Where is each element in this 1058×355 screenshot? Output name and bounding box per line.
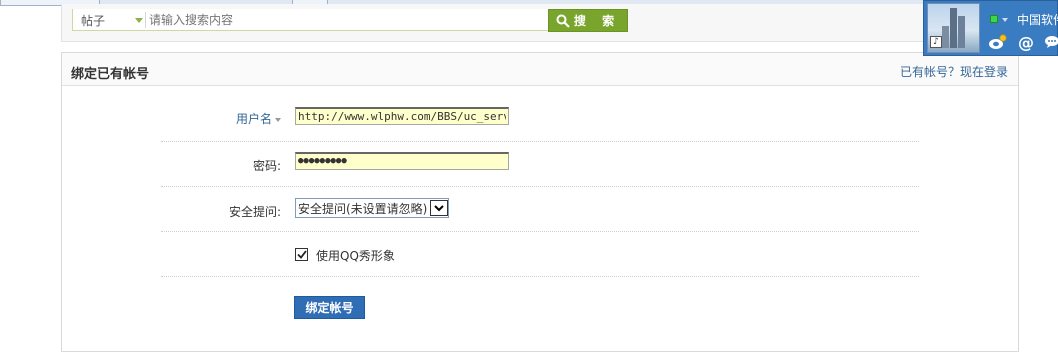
bind-account-panel: 绑定已有帐号 已有帐号？现在登录 用户名 密码: ●●●●●●●●● 安全提问:… — [61, 52, 1019, 352]
security-question-value: 安全提问(未设置请忽略) — [298, 201, 428, 216]
chevron-down-icon[interactable] — [1002, 18, 1008, 22]
security-question-row: 安全提问: 安全提问(未设置请忽略) — [161, 187, 919, 232]
chevron-down-icon[interactable] — [430, 200, 449, 216]
chat-icon[interactable] — [1042, 33, 1058, 51]
music-icon[interactable]: ♪ — [930, 36, 942, 48]
search-box: 帖子 — [72, 9, 550, 31]
chevron-down-icon[interactable] — [135, 18, 143, 23]
panel-title: 绑定已有帐号 — [71, 67, 150, 82]
weibo-icon[interactable] — [988, 33, 1008, 51]
password-row: 密码: ●●●●●●●●● — [161, 142, 919, 187]
username-label: 用户名 — [235, 112, 272, 126]
search-type-select[interactable]: 帖子 — [81, 12, 105, 29]
divider — [145, 12, 146, 28]
online-status-icon — [990, 15, 998, 23]
password-label: 密码: — [252, 159, 281, 173]
security-question-label: 安全提问: — [228, 205, 281, 219]
username-label-wrap[interactable]: 用户名 — [161, 110, 281, 127]
panel-header: 绑定已有帐号 已有帐号？现在登录 — [62, 53, 1018, 86]
qq-show-checkbox[interactable] — [295, 248, 308, 261]
password-field[interactable]: ●●●●●●●●● — [295, 152, 509, 170]
widget-label: 中国软件 — [1017, 13, 1058, 27]
qq-show-label[interactable]: 使用QQ秀形象 — [316, 247, 395, 264]
search-bar: 帖子 搜 索 — [61, 4, 1019, 42]
login-now-link[interactable]: 已有帐号？现在登录 — [900, 63, 1008, 80]
bind-account-button[interactable]: 绑定帐号 — [294, 296, 365, 319]
search-button-label: 搜 索 — [573, 14, 621, 28]
search-icon — [556, 14, 570, 28]
username-field[interactable] — [295, 107, 509, 125]
desktop-widget[interactable]: ♪ 中国软件 @ — [923, 0, 1058, 56]
email-icon[interactable]: @ — [1016, 33, 1036, 52]
search-button[interactable]: 搜 索 — [548, 9, 628, 32]
checkmark-icon — [296, 250, 307, 259]
search-input[interactable] — [149, 10, 544, 29]
qq-show-row: 使用QQ秀形象 — [161, 232, 919, 277]
security-question-select[interactable]: 安全提问(未设置请忽略) — [295, 198, 450, 218]
username-row: 用户名 — [161, 87, 919, 142]
chevron-down-icon — [275, 117, 281, 122]
